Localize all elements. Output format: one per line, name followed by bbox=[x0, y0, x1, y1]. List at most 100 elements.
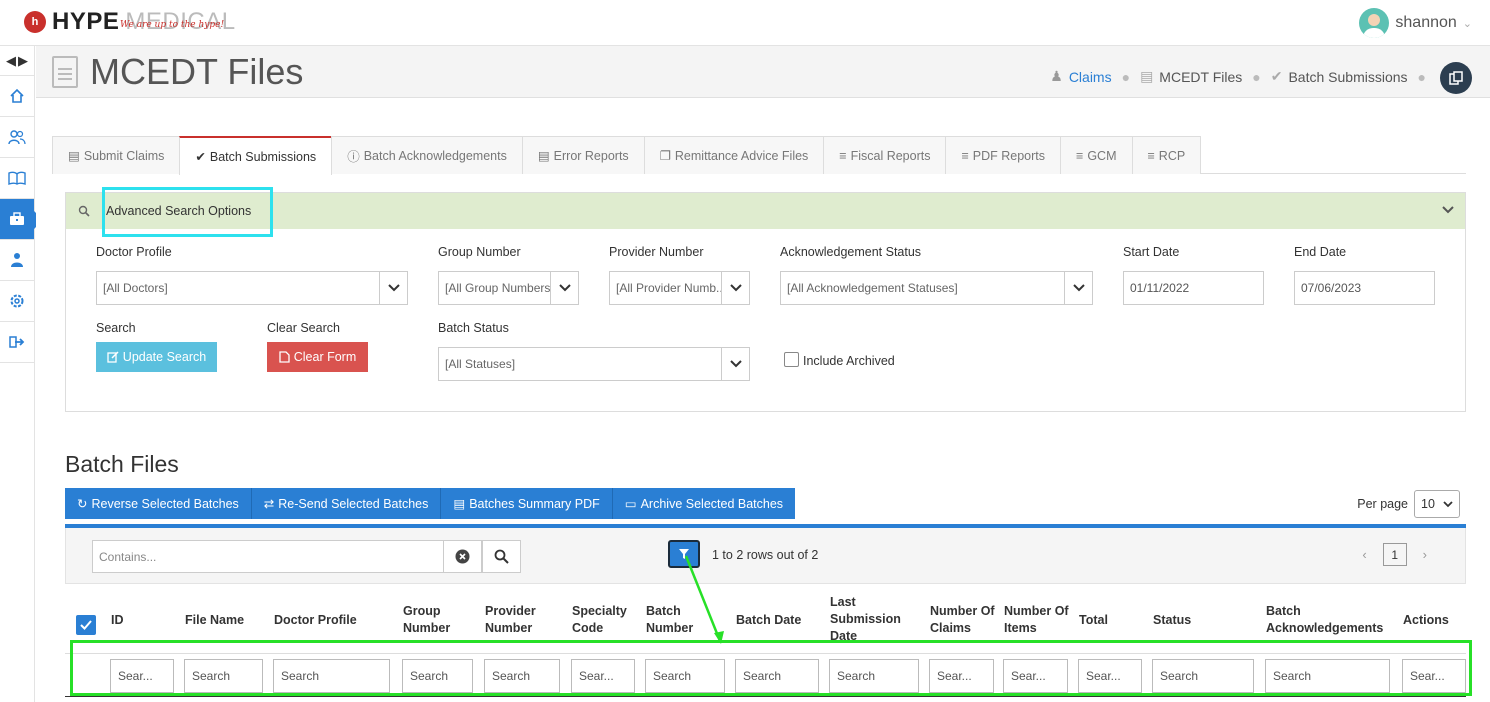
refresh-icon: ↻ bbox=[77, 497, 88, 511]
error-file-icon: ▤ bbox=[537, 149, 550, 163]
col-doctor-profile[interactable]: Doctor Profile bbox=[274, 612, 384, 629]
sidebar-item-book[interactable] bbox=[0, 158, 34, 199]
clear-form-label: Clear Form bbox=[293, 350, 357, 364]
tab-label: RCP bbox=[1158, 148, 1186, 163]
brand-name-bold: HYPE bbox=[52, 8, 120, 35]
user-menu[interactable]: shannon ⌄ bbox=[1359, 8, 1472, 38]
chevron-down-icon bbox=[721, 272, 749, 304]
chevron-down-icon[interactable] bbox=[1441, 203, 1455, 217]
col-status[interactable]: Status bbox=[1153, 612, 1253, 629]
layers-icon: ≡ bbox=[961, 148, 969, 163]
col-file-name[interactable]: File Name bbox=[185, 612, 265, 629]
logout-icon bbox=[9, 336, 25, 348]
users-icon: ♟ bbox=[1050, 68, 1063, 84]
sidebar-item-home[interactable] bbox=[0, 76, 34, 117]
close-circle-icon bbox=[455, 549, 470, 564]
ack-status-select[interactable]: [All Acknowledgement Statuses] bbox=[780, 271, 1093, 305]
chevron-right-icon[interactable]: › bbox=[1423, 547, 1427, 562]
arrow-right-circle-icon[interactable]: ▶ bbox=[18, 53, 28, 69]
ack-status-label: Acknowledgement Status bbox=[780, 245, 922, 259]
update-search-button[interactable]: Update Search bbox=[96, 342, 217, 372]
batches-summary-pdf-button[interactable]: ▤ Batches Summary PDF bbox=[441, 488, 613, 519]
col-actions[interactable]: Actions bbox=[1403, 612, 1463, 629]
breadcrumb-separator: ● bbox=[1121, 68, 1131, 85]
clear-form-button[interactable]: Clear Form bbox=[267, 342, 368, 372]
provider-number-value: [All Provider Numb... bbox=[616, 281, 727, 295]
tab-batch-submissions[interactable]: ✔ Batch Submissions bbox=[179, 136, 333, 175]
tab-pdf-reports[interactable]: ≡ PDF Reports bbox=[945, 136, 1062, 174]
col-provider-number[interactable]: Provider Number bbox=[485, 603, 555, 637]
page-title: MCEDT Files bbox=[90, 51, 304, 92]
tab-label: Batch Submissions bbox=[209, 149, 317, 164]
start-date-input[interactable]: 01/11/2022 bbox=[1123, 271, 1264, 305]
advanced-search-header[interactable]: Advanced Search Options bbox=[66, 193, 1465, 229]
avatar bbox=[1359, 8, 1390, 38]
tab-label: Error Reports bbox=[553, 148, 629, 163]
col-specialty-code[interactable]: Specialty Code bbox=[572, 603, 637, 637]
sidebar-item-settings[interactable] bbox=[0, 281, 34, 322]
col-last-submission-date[interactable]: Last Submission Date bbox=[830, 594, 910, 646]
sidebar-toggle[interactable]: ◀ ▶ bbox=[0, 46, 34, 76]
group-number-label: Group Number bbox=[438, 245, 521, 259]
search-label: Search bbox=[96, 321, 136, 335]
clear-search-button[interactable] bbox=[443, 540, 482, 573]
arrow-left-circle-icon[interactable]: ◀ bbox=[6, 53, 16, 69]
batch-files-title: Batch Files bbox=[65, 451, 179, 477]
chevron-left-icon[interactable]: ‹ bbox=[1362, 547, 1366, 562]
tab-batch-acknowledgements[interactable]: ⓘ Batch Acknowledgements bbox=[331, 136, 523, 174]
col-number-of-claims[interactable]: Number Of Claims bbox=[930, 603, 1000, 637]
batch-action-bar: ↻ Reverse Selected Batches ⇄ Re-Send Selec… bbox=[65, 488, 796, 519]
copy-button[interactable] bbox=[1440, 62, 1472, 94]
page-header: MCEDT Files ♟ Claims ● ▤ MCEDT Files ● ✔… bbox=[36, 46, 1490, 98]
pdf-icon: ▤ bbox=[453, 497, 466, 511]
sidebar-item-briefcase[interactable] bbox=[0, 199, 43, 240]
col-batch-acknowledgements[interactable]: Batch Acknowledgements bbox=[1266, 603, 1386, 637]
batch-status-select[interactable]: [All Statuses] bbox=[438, 347, 750, 381]
end-date-input[interactable]: 07/06/2023 bbox=[1294, 271, 1435, 305]
sidebar-item-users[interactable] bbox=[0, 117, 34, 158]
end-date-label: End Date bbox=[1294, 245, 1347, 259]
batch-status-label: Batch Status bbox=[438, 321, 509, 335]
chevron-down-icon: ⌄ bbox=[1462, 17, 1472, 30]
users-icon bbox=[8, 130, 26, 145]
tab-submit-claims[interactable]: ▤ Submit Claims bbox=[52, 136, 181, 174]
grid-search-button[interactable] bbox=[482, 540, 521, 573]
per-page-select[interactable]: 10 bbox=[1414, 490, 1460, 518]
col-number-of-items[interactable]: Number Of Items bbox=[1004, 603, 1074, 637]
clear-search-label: Clear Search bbox=[267, 321, 340, 335]
search-icon bbox=[494, 549, 509, 564]
col-total[interactable]: Total bbox=[1079, 612, 1139, 629]
resend-selected-batches-button[interactable]: ⇄ Re-Send Selected Batches bbox=[251, 488, 442, 519]
sidebar-item-logout[interactable] bbox=[0, 322, 34, 363]
tab-fiscal-reports[interactable]: ≡ Fiscal Reports bbox=[823, 136, 947, 174]
chevron-down-icon bbox=[1443, 500, 1453, 507]
grid-search-input[interactable]: Contains... bbox=[92, 540, 444, 573]
provider-number-select[interactable]: [All Provider Numb... bbox=[609, 271, 750, 305]
per-page-value: 10 bbox=[1421, 497, 1435, 511]
reverse-selected-batches-button[interactable]: ↻ Reverse Selected Batches bbox=[65, 488, 252, 519]
info-circle-icon: ⓘ bbox=[347, 150, 360, 164]
select-all-checkbox[interactable] bbox=[76, 615, 96, 635]
current-page[interactable]: 1 bbox=[1382, 543, 1407, 566]
tab-remittance-advice-files[interactable]: ❐ Remittance Advice Files bbox=[643, 136, 825, 174]
doctor-profile-select[interactable]: [All Doctors] bbox=[96, 271, 408, 305]
col-id[interactable]: ID bbox=[111, 612, 171, 629]
pagination: ‹ 1 › bbox=[1362, 543, 1427, 566]
include-archived-checkbox[interactable]: Include Archived bbox=[784, 350, 895, 368]
checkbox[interactable] bbox=[784, 351, 799, 367]
logo-badge: h bbox=[24, 11, 46, 33]
col-group-number[interactable]: Group Number bbox=[403, 603, 473, 637]
check-icon bbox=[80, 620, 92, 630]
breadcrumb-claims[interactable]: Claims bbox=[1069, 69, 1112, 85]
group-number-select[interactable]: [All Group Numbers] bbox=[438, 271, 579, 305]
tab-rcp[interactable]: ≡ RCP bbox=[1131, 136, 1202, 174]
col-batch-date[interactable]: Batch Date bbox=[736, 612, 826, 629]
tab-label: Submit Claims bbox=[83, 148, 165, 163]
main-content: MCEDT Files ♟ Claims ● ▤ MCEDT Files ● ✔… bbox=[36, 46, 1490, 702]
edit-icon bbox=[107, 351, 119, 363]
tab-label: Remittance Advice Files bbox=[674, 148, 809, 163]
tab-gcm[interactable]: ≡ GCM bbox=[1060, 136, 1133, 174]
tab-error-reports[interactable]: ▤ Error Reports bbox=[521, 136, 645, 174]
archive-selected-batches-button[interactable]: ▭ Archive Selected Batches bbox=[612, 488, 796, 519]
sidebar-item-doctor[interactable] bbox=[0, 240, 34, 281]
